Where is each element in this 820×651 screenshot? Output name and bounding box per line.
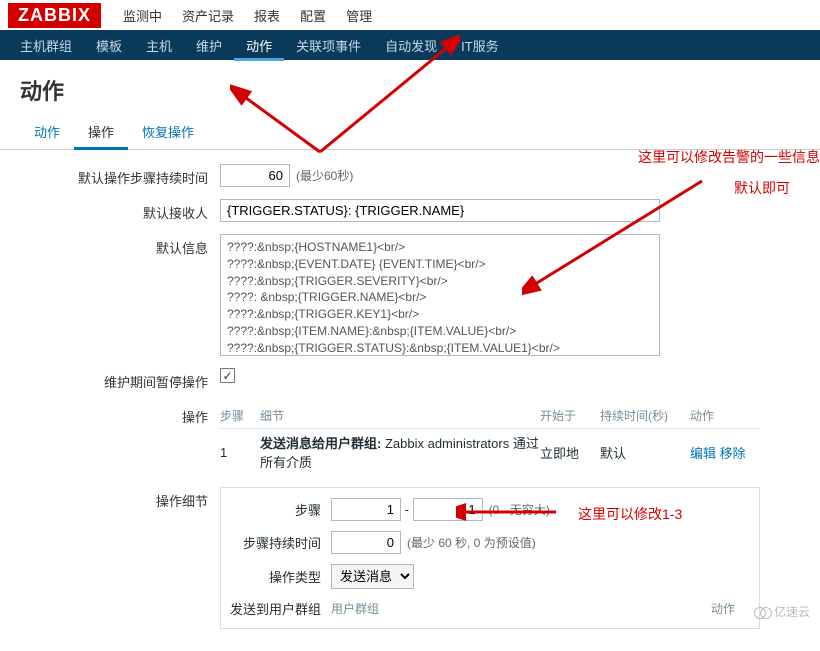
ops-actions: 编辑 移除 bbox=[690, 443, 760, 462]
logo: ZABBIX bbox=[8, 3, 101, 28]
ops-detail-cell: 发送消息给用户群组: Zabbix administrators 通过 所有介质 bbox=[260, 433, 540, 471]
operation-detail-box: 步骤 - (0 - 无穷大) 步骤持续时间 (最少 60 秒, 0 为预设值) … bbox=[220, 487, 760, 629]
sub-navigation: 主机群组 模板 主机 维护 动作 关联项事件 自动发现 IT服务 bbox=[0, 30, 820, 60]
textarea-message[interactable]: ????:&nbsp;{HOSTNAME1}<br/> ????:&nbsp;{… bbox=[220, 234, 660, 356]
ops-col-action: 动作 bbox=[690, 407, 760, 424]
subnav-maintenance[interactable]: 维护 bbox=[184, 30, 234, 61]
label-operations: 操作 bbox=[20, 403, 220, 426]
ops-start: 立即地 bbox=[540, 443, 600, 462]
checkbox-pause-maintenance[interactable] bbox=[220, 368, 235, 383]
subnav-hostgroups[interactable]: 主机群组 bbox=[8, 30, 84, 61]
hint-detail-duration: (最少 60 秒, 0 为预设值) bbox=[407, 534, 536, 551]
topnav-reports[interactable]: 报表 bbox=[244, 2, 290, 29]
topnav-monitoring[interactable]: 监测中 bbox=[113, 2, 172, 29]
topnav-configuration[interactable]: 配置 bbox=[290, 2, 336, 29]
subnav-discovery[interactable]: 自动发现 bbox=[373, 30, 449, 61]
ops-prefix: 发送消息给用户群组: bbox=[260, 436, 381, 451]
tabs: 动作 操作 恢复操作 bbox=[0, 116, 820, 150]
sendgroup-action-header: 动作 bbox=[711, 600, 735, 617]
ops-col-detail: 细节 bbox=[260, 407, 540, 424]
ops-remove-link[interactable]: 移除 bbox=[720, 446, 746, 461]
input-step-to[interactable] bbox=[413, 498, 483, 521]
ops-col-start: 开始于 bbox=[540, 407, 600, 424]
watermark-text: 亿速云 bbox=[774, 603, 810, 620]
subnav-hosts[interactable]: 主机 bbox=[134, 30, 184, 61]
topnav-inventory[interactable]: 资产记录 bbox=[172, 2, 244, 29]
subnav-templates[interactable]: 模板 bbox=[84, 30, 134, 61]
dash: - bbox=[401, 502, 413, 517]
select-operation-type[interactable]: 发送消息 bbox=[331, 564, 414, 589]
input-recipient[interactable] bbox=[220, 199, 660, 222]
hint-step-range: (0 - 无穷大) bbox=[489, 501, 550, 518]
ops-duration: 默认 bbox=[600, 443, 690, 462]
watermark: 亿速云 bbox=[754, 603, 810, 620]
operations-row: 1 发送消息给用户群组: Zabbix administrators 通过 所有… bbox=[220, 428, 760, 475]
hint-step-duration: (最少60秒) bbox=[296, 167, 353, 184]
label-pause-maintenance: 维护期间暂停操作 bbox=[20, 368, 220, 391]
ops-idx: 1 bbox=[220, 445, 260, 460]
tab-action[interactable]: 动作 bbox=[20, 116, 74, 149]
detail-step-label: 步骤 bbox=[221, 500, 331, 519]
topnav-administration[interactable]: 管理 bbox=[336, 2, 382, 29]
tab-operations[interactable]: 操作 bbox=[74, 116, 128, 150]
input-step-duration[interactable] bbox=[220, 164, 290, 187]
form-area: 默认操作步骤持续时间 (最少60秒) 默认接收人 默认信息 ????:&nbsp… bbox=[0, 150, 820, 651]
cloud-icon bbox=[754, 606, 772, 618]
detail-type-label: 操作类型 bbox=[221, 567, 331, 586]
label-message: 默认信息 bbox=[20, 234, 220, 257]
subnav-correlation[interactable]: 关联项事件 bbox=[284, 30, 373, 61]
input-step-from[interactable] bbox=[331, 498, 401, 521]
input-detail-duration[interactable] bbox=[331, 531, 401, 554]
operations-table: 步骤 细节 开始于 持续时间(秒) 动作 1 发送消息给用户群组: Zabbix… bbox=[220, 403, 760, 475]
detail-sendgroup-label: 发送到用户群组 bbox=[221, 599, 331, 618]
subnav-itservices[interactable]: IT服务 bbox=[449, 30, 511, 61]
page-title: 动作 bbox=[0, 60, 820, 116]
label-step-duration: 默认操作步骤持续时间 bbox=[20, 164, 220, 187]
label-operation-detail: 操作细节 bbox=[20, 487, 220, 510]
ops-edit-link[interactable]: 编辑 bbox=[690, 446, 716, 461]
ops-col-duration: 持续时间(秒) bbox=[600, 407, 690, 424]
ops-col-steps: 步骤 bbox=[220, 407, 260, 424]
sendgroup-header: 用户群组 bbox=[331, 600, 379, 617]
detail-duration-label: 步骤持续时间 bbox=[221, 533, 331, 552]
top-navigation: ZABBIX 监测中 资产记录 报表 配置 管理 bbox=[0, 0, 820, 30]
subnav-actions[interactable]: 动作 bbox=[234, 30, 284, 61]
label-recipient: 默认接收人 bbox=[20, 199, 220, 222]
tab-recovery[interactable]: 恢复操作 bbox=[128, 116, 208, 149]
